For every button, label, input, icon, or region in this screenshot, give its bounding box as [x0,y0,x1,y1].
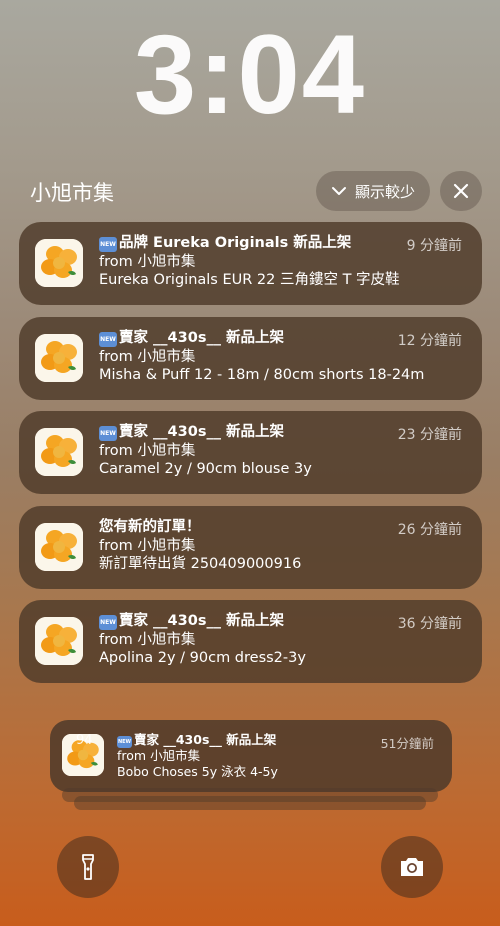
flashlight-icon [82,854,94,880]
notification-from: from 小旭市集 [99,442,196,459]
notification-title: 您有新的訂單！ [99,519,201,535]
camera-icon [401,858,423,876]
notification-body: 新訂單待出貨 250409000916 [99,556,302,572]
notification-group-header: 小旭市集 顯示較少 [30,171,482,213]
notification-title: 賣家 __430s__ 新品上架 [119,613,284,629]
group-title: 小旭市集 [30,181,114,205]
notification-body: Misha & Puff 12 - 18m / 80cm shorts 18-2… [99,367,425,383]
new-badge-icon: NEW [99,615,117,630]
notification-time: 36 分鐘前 [397,616,462,632]
notification-time: 12 分鐘前 [397,333,462,349]
notification-from: from 小旭市集 [99,537,196,554]
new-badge-icon: NEW [117,736,132,748]
notification-title: 品牌 Eureka Originals 新品上架 [119,235,352,251]
show-less-button[interactable]: 顯示較少 [316,171,430,211]
flashlight-button[interactable] [57,836,119,898]
notification-from: from 小旭市集 [99,348,196,365]
orange-flower-icon [35,617,83,665]
stacked-time: 51分鐘前 [380,736,434,751]
stacked-notification[interactable]: 94 NEW 賣家 __430s__ 新品上架 from 小旭市集 Bobo Ch… [50,720,452,792]
notification-time: 9 分鐘前 [406,238,462,254]
new-badge-icon: NEW [99,332,117,347]
show-less-label: 顯示較少 [354,182,415,201]
new-badge-icon: NEW [99,237,117,252]
orange-flower-icon [35,334,83,382]
orange-flower-icon [35,523,83,571]
notification-from: from 小旭市集 [99,631,196,648]
camera-button[interactable] [381,836,443,898]
notification-card[interactable]: NEW 賣家 __430s__ 新品上架 from 小旭市集 Caramel 2y… [19,411,482,494]
stacked-title: 賣家 __430s__ 新品上架 [134,732,277,747]
orange-flower-icon [35,428,83,476]
notification-body: Apolina 2y / 90cm dress2-3y [99,650,306,666]
notification-card[interactable]: 您有新的訂單！ from 小旭市集 新訂單待出貨 250409000916 26… [19,506,482,589]
notification-from: from 小旭市集 [99,253,196,270]
notification-time: 26 分鐘前 [397,522,462,538]
notification-body: Caramel 2y / 90cm blouse 3y [99,461,312,477]
stacked-body: Bobo Choses 5y 泳衣 4-5y [117,763,278,779]
chevron-down-icon [331,187,346,195]
lockscreen-clock: 3:04 [133,12,367,137]
notification-time: 23 分鐘前 [397,427,462,443]
notification-body: Eureka Originals EUR 22 三角鏤空 T 字皮鞋 [99,272,400,288]
notification-card[interactable]: NEW 賣家 __430s__ 新品上架 from 小旭市集 Apolina 2y… [19,600,482,683]
notification-card[interactable]: NEW 品牌 Eureka Originals 新品上架 from 小旭市集 Eu… [19,222,482,305]
notification-title: 賣家 __430s__ 新品上架 [119,424,284,440]
new-badge-icon: NEW [99,426,117,441]
stack-count-badge: 94 [76,733,93,748]
orange-flower-icon [35,239,83,287]
close-icon [453,183,469,199]
notification-card[interactable]: NEW 賣家 __430s__ 新品上架 from 小旭市集 Misha & Pu… [19,317,482,400]
notification-title: 賣家 __430s__ 新品上架 [119,330,284,346]
clear-group-button[interactable] [440,171,482,211]
